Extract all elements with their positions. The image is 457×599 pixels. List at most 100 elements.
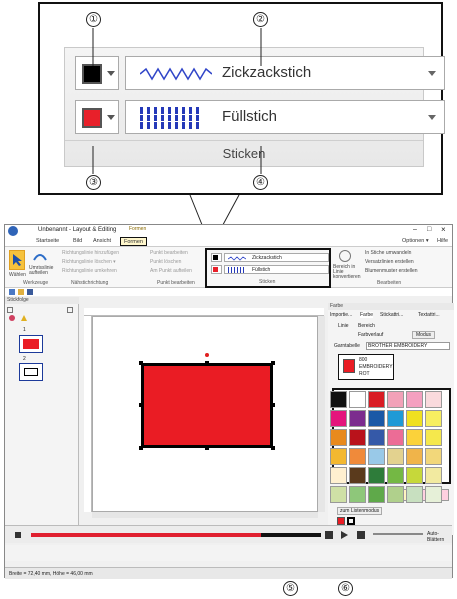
help-menu[interactable]: Hilfe [437, 237, 448, 246]
selection-handle[interactable] [271, 403, 275, 407]
design-rectangle[interactable] [141, 363, 273, 448]
small-line-sew-select[interactable]: Zickzackstich [224, 253, 329, 262]
thread-color-swatch[interactable] [387, 391, 404, 408]
pin-icon[interactable] [67, 307, 73, 313]
selection-handle[interactable] [205, 361, 209, 365]
selection-handle[interactable] [139, 361, 143, 365]
skip-end-icon[interactable] [325, 531, 333, 539]
thread-color-swatch[interactable] [349, 448, 366, 465]
delete-point[interactable]: Punkt löschen [150, 259, 181, 265]
create-offset-lines[interactable]: Versatzlinien erstellen [365, 259, 414, 265]
thread-color-swatch[interactable] [349, 391, 366, 408]
stitch-order-item[interactable] [19, 335, 43, 353]
add-direction-line[interactable]: Richtungslinie hinzufügen [62, 250, 119, 256]
selection-handle[interactable] [271, 446, 275, 450]
tab-shapes[interactable]: Formen [120, 237, 147, 246]
thread-color-swatch[interactable] [387, 448, 404, 465]
edit-point[interactable]: Punkt bearbeiten [150, 250, 188, 256]
thread-color-swatch[interactable] [349, 429, 366, 446]
design-outline-swatch[interactable] [347, 517, 355, 525]
thread-color-swatch[interactable] [406, 391, 423, 408]
spiral-icon[interactable] [339, 250, 351, 262]
line-radio[interactable]: Linie [338, 323, 349, 329]
select-tool-button[interactable] [9, 250, 25, 270]
small-line-color-button[interactable] [211, 253, 222, 262]
convert-to-stitches[interactable]: In Stiche umwandeln [365, 250, 411, 256]
thread-color-swatch[interactable] [425, 391, 442, 408]
horizontal-scrollbar[interactable] [92, 512, 318, 518]
delete-direction-line[interactable]: Richtungslinie löschen ▾ [62, 259, 116, 265]
selection-handle[interactable] [139, 446, 143, 450]
small-region-sew-select[interactable]: Füllstich [224, 265, 329, 274]
selection-handle[interactable] [139, 403, 143, 407]
rotate-handle[interactable] [205, 353, 209, 357]
mode-button[interactable]: Modus [412, 331, 436, 339]
gradient-checkbox[interactable]: Farbverlauf [358, 332, 383, 338]
new-file-icon[interactable] [9, 289, 15, 295]
thread-color-swatch[interactable] [330, 486, 347, 503]
play-icon[interactable] [341, 531, 348, 539]
list-mode-button[interactable]: zum Listenmodus [337, 507, 383, 515]
tab-home[interactable]: Startseite [36, 237, 59, 246]
close-button[interactable]: × [441, 225, 446, 234]
vertical-scrollbar[interactable] [318, 316, 325, 512]
thread-color-swatch[interactable] [349, 410, 366, 427]
stitch-order-item[interactable] [19, 363, 43, 381]
area-radio[interactable]: Bereich [358, 323, 375, 329]
thread-color-swatch[interactable] [368, 391, 385, 408]
selection-handle[interactable] [205, 446, 209, 450]
thread-color-swatch[interactable] [406, 467, 423, 484]
outline-split-icon[interactable] [32, 250, 48, 264]
thread-color-swatch[interactable] [330, 467, 347, 484]
thread-color-swatch[interactable] [387, 410, 404, 427]
speed-slider[interactable] [373, 533, 423, 535]
thread-color-swatch[interactable] [368, 448, 385, 465]
thread-color-swatch[interactable] [425, 467, 442, 484]
tab-view[interactable]: Ansicht [93, 237, 111, 246]
tab-text-attributes[interactable]: Textattri... [418, 312, 440, 318]
tab-color[interactable]: Farbe [360, 312, 374, 318]
minimize-button[interactable]: – [413, 226, 417, 233]
thread-color-swatch[interactable] [368, 486, 385, 503]
thread-color-swatch[interactable] [349, 467, 366, 484]
eye-icon[interactable] [9, 315, 15, 321]
thread-color-swatch[interactable] [330, 410, 347, 427]
selection-handle[interactable] [271, 361, 275, 365]
progress-slider[interactable] [31, 533, 321, 537]
thread-color-swatch[interactable] [425, 448, 442, 465]
create-flower-pattern[interactable]: Blumenmuster erstellen [365, 268, 418, 274]
open-file-icon[interactable] [18, 289, 24, 295]
thread-color-swatch[interactable] [406, 448, 423, 465]
thread-table-select[interactable]: BROTHER EMBROIDERY [366, 342, 450, 350]
design-fill-swatch[interactable] [337, 517, 345, 525]
stop-icon[interactable] [357, 531, 365, 539]
thread-color-swatch[interactable] [330, 391, 347, 408]
thread-color-swatch[interactable] [330, 429, 347, 446]
thread-color-swatch[interactable] [425, 429, 442, 446]
thread-color-swatch[interactable] [406, 486, 423, 503]
small-region-color-button[interactable] [211, 265, 222, 274]
design-canvas[interactable] [92, 316, 318, 512]
thread-color-swatch[interactable] [349, 486, 366, 503]
convert-area-to-line[interactable]: Bereich in Linie konvertieren [333, 265, 361, 280]
thread-color-swatch[interactable] [387, 486, 404, 503]
skip-start-icon[interactable] [15, 532, 21, 538]
thread-color-swatch[interactable] [425, 486, 442, 503]
thread-color-swatch[interactable] [368, 429, 385, 446]
thread-color-swatch[interactable] [406, 410, 423, 427]
view-mode-icon[interactable] [7, 307, 13, 313]
thread-color-swatch[interactable] [330, 448, 347, 465]
thread-color-swatch[interactable] [387, 429, 404, 446]
thread-color-swatch[interactable] [368, 467, 385, 484]
thread-color-swatch[interactable] [425, 410, 442, 427]
maximize-button[interactable]: □ [427, 226, 431, 233]
thread-color-swatch[interactable] [406, 429, 423, 446]
thread-color-swatch[interactable] [368, 410, 385, 427]
reverse-direction-line[interactable]: Richtungslinie umkehren [62, 268, 117, 274]
tab-image[interactable]: Bild [73, 237, 82, 246]
tab-import[interactable]: Importie... [330, 312, 352, 318]
tab-stitch-attributes[interactable]: Stickattri... [380, 312, 403, 318]
options-menu[interactable]: Optionen ▾ [402, 237, 429, 246]
save-file-icon[interactable] [27, 289, 33, 295]
thread-color-swatch[interactable] [387, 467, 404, 484]
